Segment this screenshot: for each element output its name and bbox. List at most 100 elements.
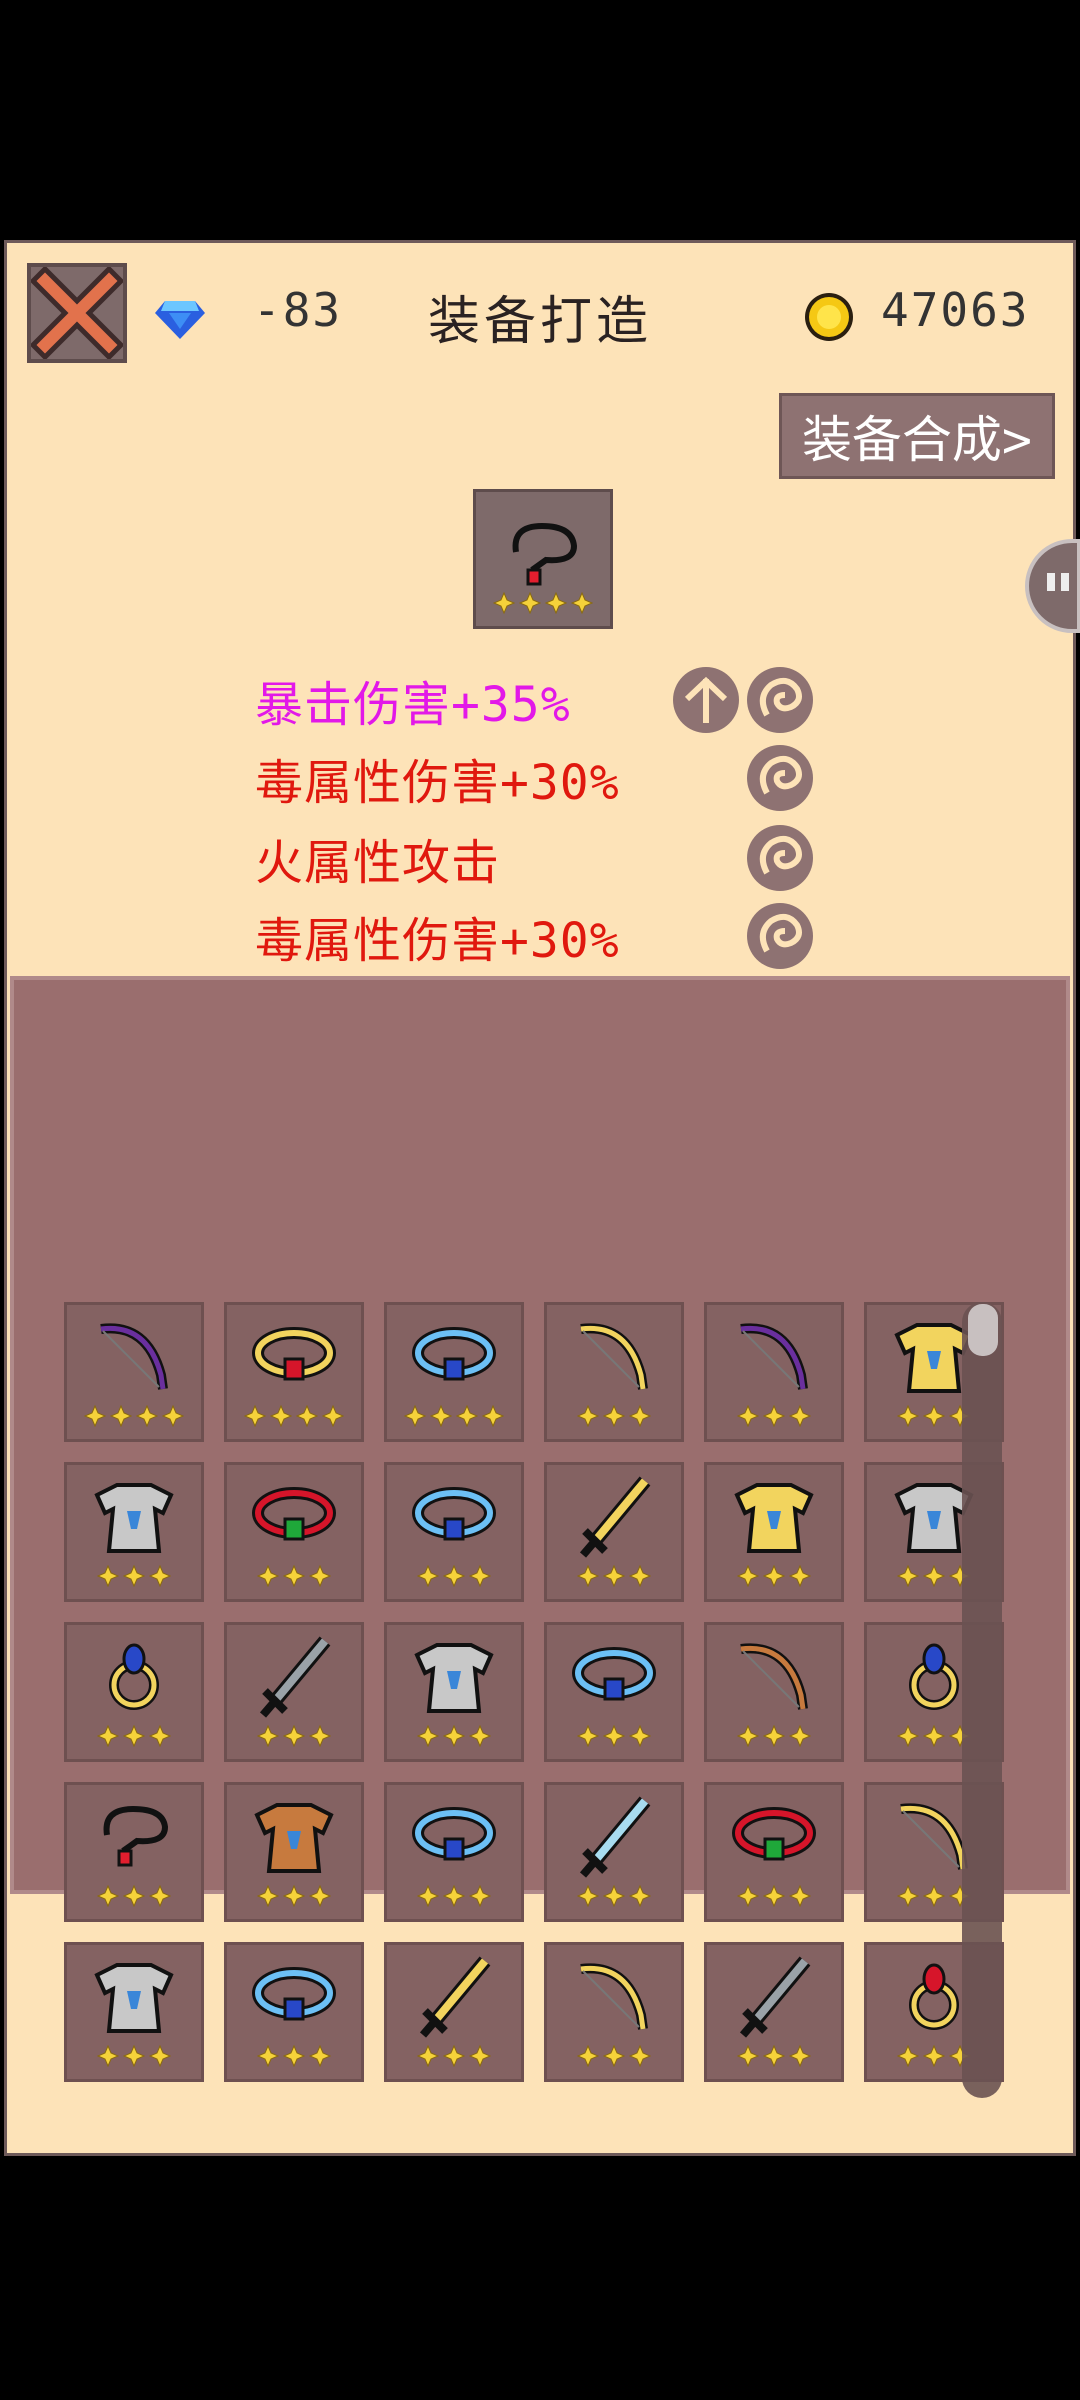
- star-icon: [469, 1565, 491, 1587]
- inventory-slot[interactable]: [544, 1782, 684, 1922]
- star-rating: [476, 592, 610, 614]
- side-menu-tab[interactable]: [1025, 539, 1080, 633]
- star-icon: [577, 1565, 599, 1587]
- inventory-slot[interactable]: [704, 1782, 844, 1922]
- star-icon: [309, 2045, 331, 2067]
- selected-equipment[interactable]: [473, 489, 613, 629]
- inventory-slot[interactable]: [224, 1942, 364, 2082]
- inventory-slot[interactable]: [64, 1302, 204, 1442]
- attribute-reroll-button[interactable]: [747, 667, 813, 733]
- swirl-icon: [759, 913, 802, 953]
- star-icon: [456, 1405, 478, 1427]
- star-rating: [547, 1565, 681, 1587]
- star-icon: [629, 2045, 651, 2067]
- sword-icon: [739, 1956, 811, 2038]
- swirl-icon: [759, 835, 802, 875]
- bow-icon: [740, 1643, 808, 1710]
- star-rating: [227, 1725, 361, 1747]
- attribute-reroll-button[interactable]: [747, 745, 813, 811]
- star-icon: [123, 1725, 145, 1747]
- star-icon: [257, 1725, 279, 1747]
- attribute-upgrade-button[interactable]: [673, 667, 739, 733]
- star-icon: [469, 1725, 491, 1747]
- star-rating: [707, 1565, 841, 1587]
- star-icon: [897, 1565, 919, 1587]
- bow-icon: [580, 1963, 648, 2030]
- star-icon: [923, 1405, 945, 1427]
- star-rating: [227, 1565, 361, 1587]
- inventory-slot[interactable]: [384, 1302, 524, 1442]
- inventory-slot[interactable]: [544, 1302, 684, 1442]
- star-icon: [123, 2045, 145, 2067]
- star-icon: [737, 1725, 759, 1747]
- star-icon: [110, 1405, 132, 1427]
- inventory-slot[interactable]: [384, 1942, 524, 2082]
- pendant-icon: [103, 1805, 169, 1867]
- star-icon: [629, 1565, 651, 1587]
- upgrade-icon: [684, 676, 728, 723]
- ring-icon: [572, 1647, 656, 1701]
- star-icon: [737, 2045, 759, 2067]
- inventory-slot[interactable]: [64, 1782, 204, 1922]
- scrollbar-thumb[interactable]: [968, 1304, 998, 1356]
- inventory-slot[interactable]: [224, 1462, 364, 1602]
- star-icon: [443, 1725, 465, 1747]
- star-icon: [417, 1885, 439, 1907]
- star-icon: [603, 1885, 625, 1907]
- star-icon: [923, 1565, 945, 1587]
- gold-count: 47063: [881, 283, 1030, 337]
- inventory-slot[interactable]: [704, 1942, 844, 2082]
- inventory-slot[interactable]: [544, 1622, 684, 1762]
- armor-icon: [734, 1483, 814, 1553]
- star-icon: [244, 1405, 266, 1427]
- scrollbar-track[interactable]: [962, 1302, 1002, 2098]
- star-icon: [417, 1725, 439, 1747]
- star-rating: [387, 1885, 521, 1907]
- star-icon: [519, 592, 541, 614]
- inventory-slot[interactable]: [64, 1462, 204, 1602]
- inventory-slot[interactable]: [704, 1462, 844, 1602]
- swirl-icon: [759, 755, 802, 795]
- synthesis-button[interactable]: 装备合成>: [779, 393, 1055, 479]
- star-icon: [897, 1885, 919, 1907]
- star-icon: [430, 1405, 452, 1427]
- inventory-slot[interactable]: [544, 1462, 684, 1602]
- star-rating: [547, 1885, 681, 1907]
- inventory-slot[interactable]: [384, 1462, 524, 1602]
- star-icon: [789, 2045, 811, 2067]
- inventory-slot[interactable]: [224, 1622, 364, 1762]
- star-rating: [67, 1725, 201, 1747]
- star-rating: [387, 2045, 521, 2067]
- star-icon: [923, 1725, 945, 1747]
- star-rating: [707, 1405, 841, 1427]
- star-icon: [404, 1405, 426, 1427]
- star-icon: [482, 1405, 504, 1427]
- sword-icon: [579, 1476, 651, 1558]
- inventory-slot[interactable]: [704, 1622, 844, 1762]
- inventory-slot[interactable]: [544, 1942, 684, 2082]
- star-icon: [283, 2045, 305, 2067]
- inventory-slot[interactable]: [64, 1622, 204, 1762]
- star-rating: [67, 1405, 201, 1427]
- inventory-slot[interactable]: [384, 1782, 524, 1922]
- inventory-slot[interactable]: [64, 1942, 204, 2082]
- star-icon: [257, 1885, 279, 1907]
- star-rating: [67, 2045, 201, 2067]
- star-icon: [149, 1565, 171, 1587]
- star-rating: [707, 1725, 841, 1747]
- star-icon: [97, 1565, 119, 1587]
- star-icon: [789, 1725, 811, 1747]
- star-rating: [67, 1565, 201, 1587]
- inventory-slot[interactable]: [224, 1782, 364, 1922]
- star-icon: [257, 1565, 279, 1587]
- star-icon: [283, 1725, 305, 1747]
- inventory-slot[interactable]: [384, 1622, 524, 1762]
- star-icon: [737, 1885, 759, 1907]
- inventory-slot[interactable]: [704, 1302, 844, 1442]
- ring-icon: [252, 1967, 336, 2021]
- attribute-reroll-button[interactable]: [747, 825, 813, 891]
- inventory-slot[interactable]: [224, 1302, 364, 1442]
- star-icon: [443, 1565, 465, 1587]
- star-icon: [789, 1405, 811, 1427]
- attribute-reroll-button[interactable]: [747, 903, 813, 969]
